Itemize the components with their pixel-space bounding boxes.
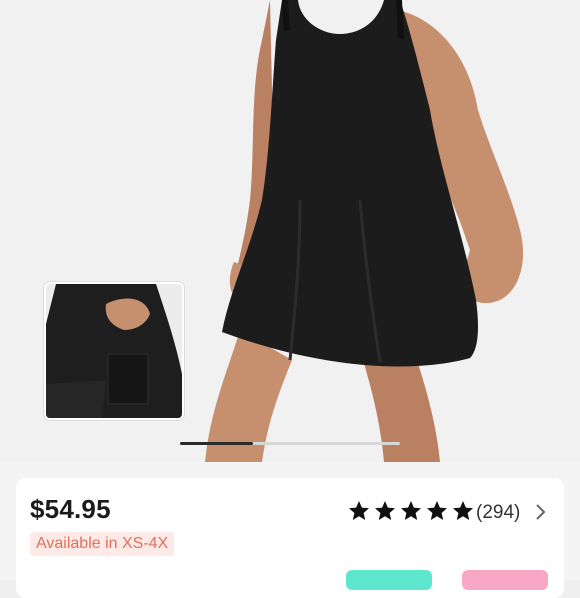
detail-thumbnail[interactable] — [44, 282, 184, 420]
pocket-detail-illustration — [46, 284, 182, 418]
promo-badge-pink[interactable] — [462, 570, 548, 590]
star-icon — [453, 500, 473, 520]
carousel-progress-indicator — [180, 442, 253, 445]
availability-badge: Available in XS-4X — [30, 532, 175, 556]
rating-summary[interactable]: (294) — [346, 500, 520, 526]
promo-badge-teal[interactable] — [346, 570, 432, 590]
star-icon — [427, 500, 447, 520]
star-icon — [401, 500, 421, 520]
star-rating — [346, 499, 476, 528]
star-icon — [375, 500, 395, 520]
review-count: (294) — [476, 502, 521, 523]
chevron-right-icon[interactable] — [534, 502, 548, 522]
star-icon — [349, 500, 369, 520]
product-price: $54.95 — [30, 494, 111, 524]
